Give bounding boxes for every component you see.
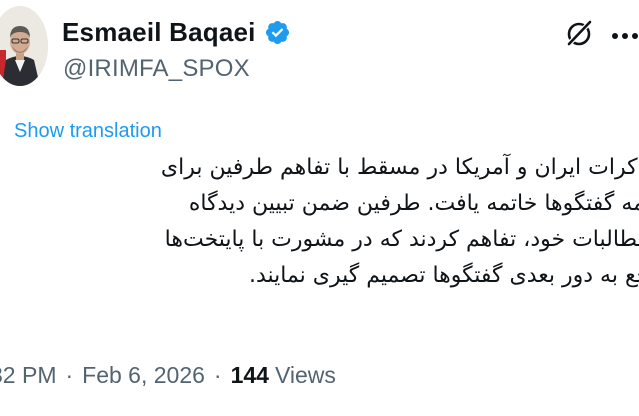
tweet-date[interactable]: Feb 6, 2026 (82, 362, 205, 389)
tweet-line: و مطالبات خود، تفاهم کردند که در مشورت ب… (164, 227, 639, 252)
tweet-line: راجع به دور بعدی گفتگوها تصمیم گیری نمای… (248, 263, 639, 288)
grok-button[interactable] (563, 16, 597, 50)
views-label: Views (274, 362, 336, 388)
more-icon (612, 33, 638, 39)
avatar[interactable] (0, 6, 48, 86)
tweet-time[interactable]: 32 PM (0, 362, 56, 389)
author-handle[interactable]: @IRIMFA_SPOX (63, 55, 250, 83)
meta-separator: · (213, 362, 222, 388)
grok-icon (566, 19, 593, 47)
tweet-meta: 32 PM · Feb 6, 2026 · 144 Views (0, 362, 336, 389)
tweet-line: ادامه گفتگوها خاتمه یافت. طرفین ضمن تبیی… (188, 191, 639, 216)
show-translation-link[interactable]: Show translation (14, 120, 162, 143)
tweet-text: مذاکرات ایران و آمریکا در مسقط با تفاهم … (0, 150, 639, 294)
author-name-row: Esmaeil Baqaei (62, 17, 291, 48)
more-options-button[interactable] (605, 28, 639, 39)
tweet-line: مذاکرات ایران و آمریکا در مسقط با تفاهم … (160, 155, 639, 180)
views-count[interactable]: 144 (231, 362, 269, 389)
display-name[interactable]: Esmaeil Baqaei (62, 17, 256, 48)
verified-badge-icon (264, 19, 291, 46)
meta-separator: · (65, 362, 74, 388)
avatar-image (0, 6, 48, 86)
